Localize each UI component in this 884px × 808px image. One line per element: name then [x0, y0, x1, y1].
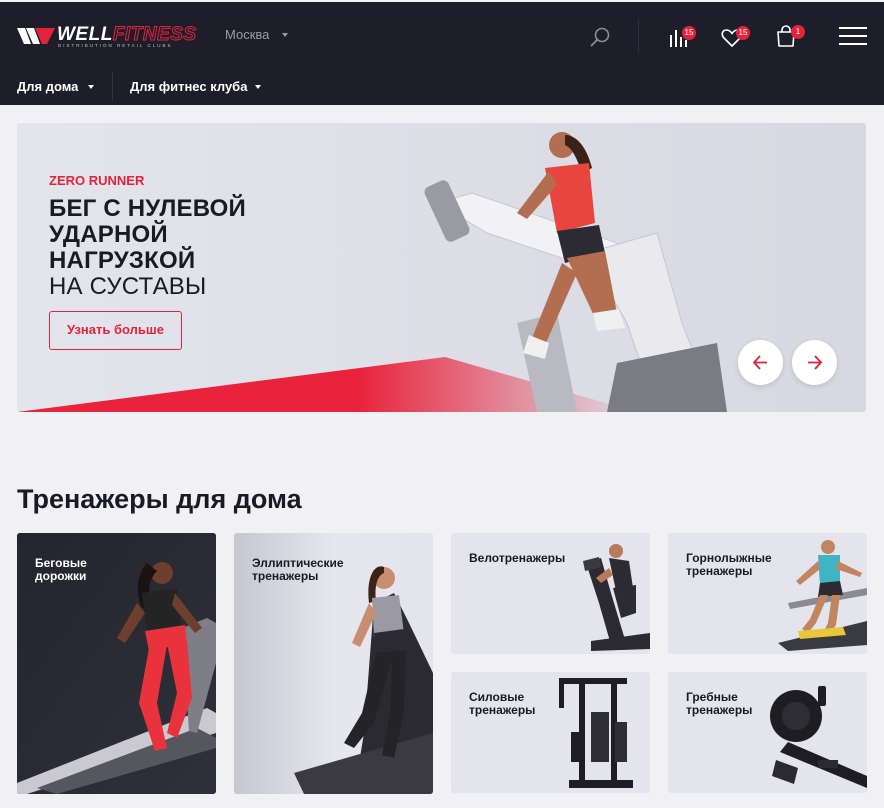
arrow-right-icon [808, 355, 823, 370]
category-label: Велотренажеры [469, 551, 566, 565]
compare-count-badge: 15 [682, 26, 696, 40]
city-selector[interactable]: Москва [225, 27, 269, 42]
hero-title-line: УДАРНОЙ [49, 221, 168, 248]
menu-button[interactable] [838, 25, 868, 47]
hero-title: БЕГ С НУЛЕВОЙ УДАРНОЙ НАГРУЗКОЙ НА СУСТА… [49, 196, 246, 300]
slider-next-button[interactable] [792, 340, 837, 385]
city-caret-icon[interactable] [282, 33, 288, 37]
category-label: Силовые тренажеры [469, 690, 536, 717]
category-card-bikes[interactable]: Велотренажеры [451, 533, 650, 654]
category-card-strength[interactable]: Силовые тренажеры [451, 672, 650, 793]
category-card-treadmills[interactable]: Беговые дорожки [17, 533, 216, 794]
nav-item-home[interactable]: Для дома [17, 79, 78, 94]
chevron-down-icon[interactable] [255, 85, 261, 89]
header-divider [638, 18, 639, 54]
learn-more-button[interactable]: Узнать больше [49, 311, 182, 350]
hero-title-line: БЕГ С НУЛЕВОЙ [49, 195, 246, 222]
logo-tagline: DISTRIBUTION RETAIL CLUBS [58, 43, 173, 48]
cart-button[interactable]: 1 [774, 22, 805, 50]
hero-kicker: ZERO RUNNER [49, 173, 145, 188]
category-label: Эллиптические тренажеры [252, 556, 344, 583]
top-header: WELLFITNESS DISTRIBUTION RETAIL CLUBS Мо… [0, 0, 884, 67]
category-label: Гребные тренажеры [686, 690, 753, 717]
logo-word-well: WELL [57, 24, 113, 45]
arrow-left-icon [752, 355, 767, 370]
logo-mark-icon [17, 28, 55, 44]
search-icon [590, 27, 610, 47]
slider-prev-button[interactable] [738, 340, 783, 385]
category-card-ellipticals[interactable]: Эллиптические тренажеры [234, 533, 433, 794]
category-card-ski[interactable]: Горнолыжные тренажеры [668, 533, 867, 654]
nav-divider [112, 72, 113, 100]
section-title: Тренажеры для дома [17, 484, 302, 514]
hero-banner[interactable]: ZERO RUNNER БЕГ С НУЛЕВОЙ УДАРНОЙ НАГРУЗ… [17, 123, 866, 412]
category-card-rowing[interactable]: Гребные тренажеры [668, 672, 867, 793]
category-label: Горнолыжные тренажеры [686, 551, 772, 578]
hero-title-line: НАГРУЗКОЙ [49, 247, 196, 274]
category-nav: Для дома Для фитнес клуба [0, 67, 884, 105]
hamburger-menu-icon [839, 27, 867, 45]
favorites-button[interactable]: 15 [720, 22, 750, 50]
cart-count-badge: 1 [791, 25, 805, 39]
logo-word-fitness: FITNESS [112, 24, 197, 46]
category-label: Беговые дорожки [35, 556, 87, 583]
compare-button[interactable]: 15 [666, 22, 696, 50]
search-button[interactable] [589, 26, 611, 48]
chevron-down-icon[interactable] [88, 85, 94, 89]
hero-title-line: НА СУСТАВЫ [49, 273, 207, 300]
logo[interactable]: WELLFITNESS DISTRIBUTION RETAIL CLUBS [17, 24, 199, 48]
nav-item-club[interactable]: Для фитнес клуба [130, 79, 247, 94]
favorites-count-badge: 15 [736, 26, 750, 40]
